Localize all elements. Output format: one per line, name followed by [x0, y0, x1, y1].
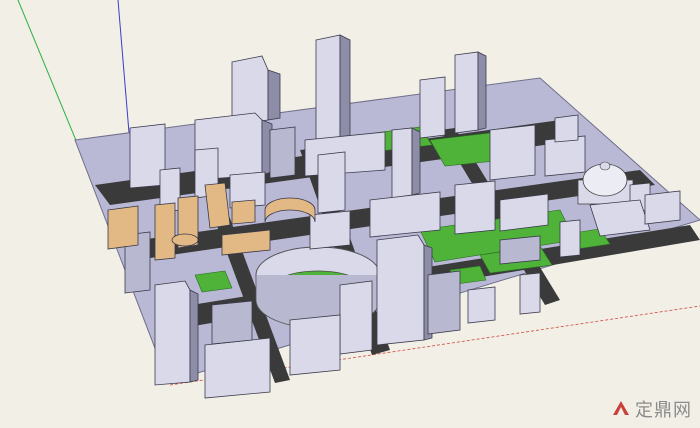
buildings [107, 34, 681, 399]
ding-logo-icon [613, 401, 629, 415]
watermark-text: 定鼎网 [635, 400, 692, 421]
city-model-scene[interactable] [0, 0, 700, 428]
modeling-viewport[interactable]: 定鼎网 [0, 0, 700, 428]
watermark: 定鼎网 [611, 396, 692, 422]
